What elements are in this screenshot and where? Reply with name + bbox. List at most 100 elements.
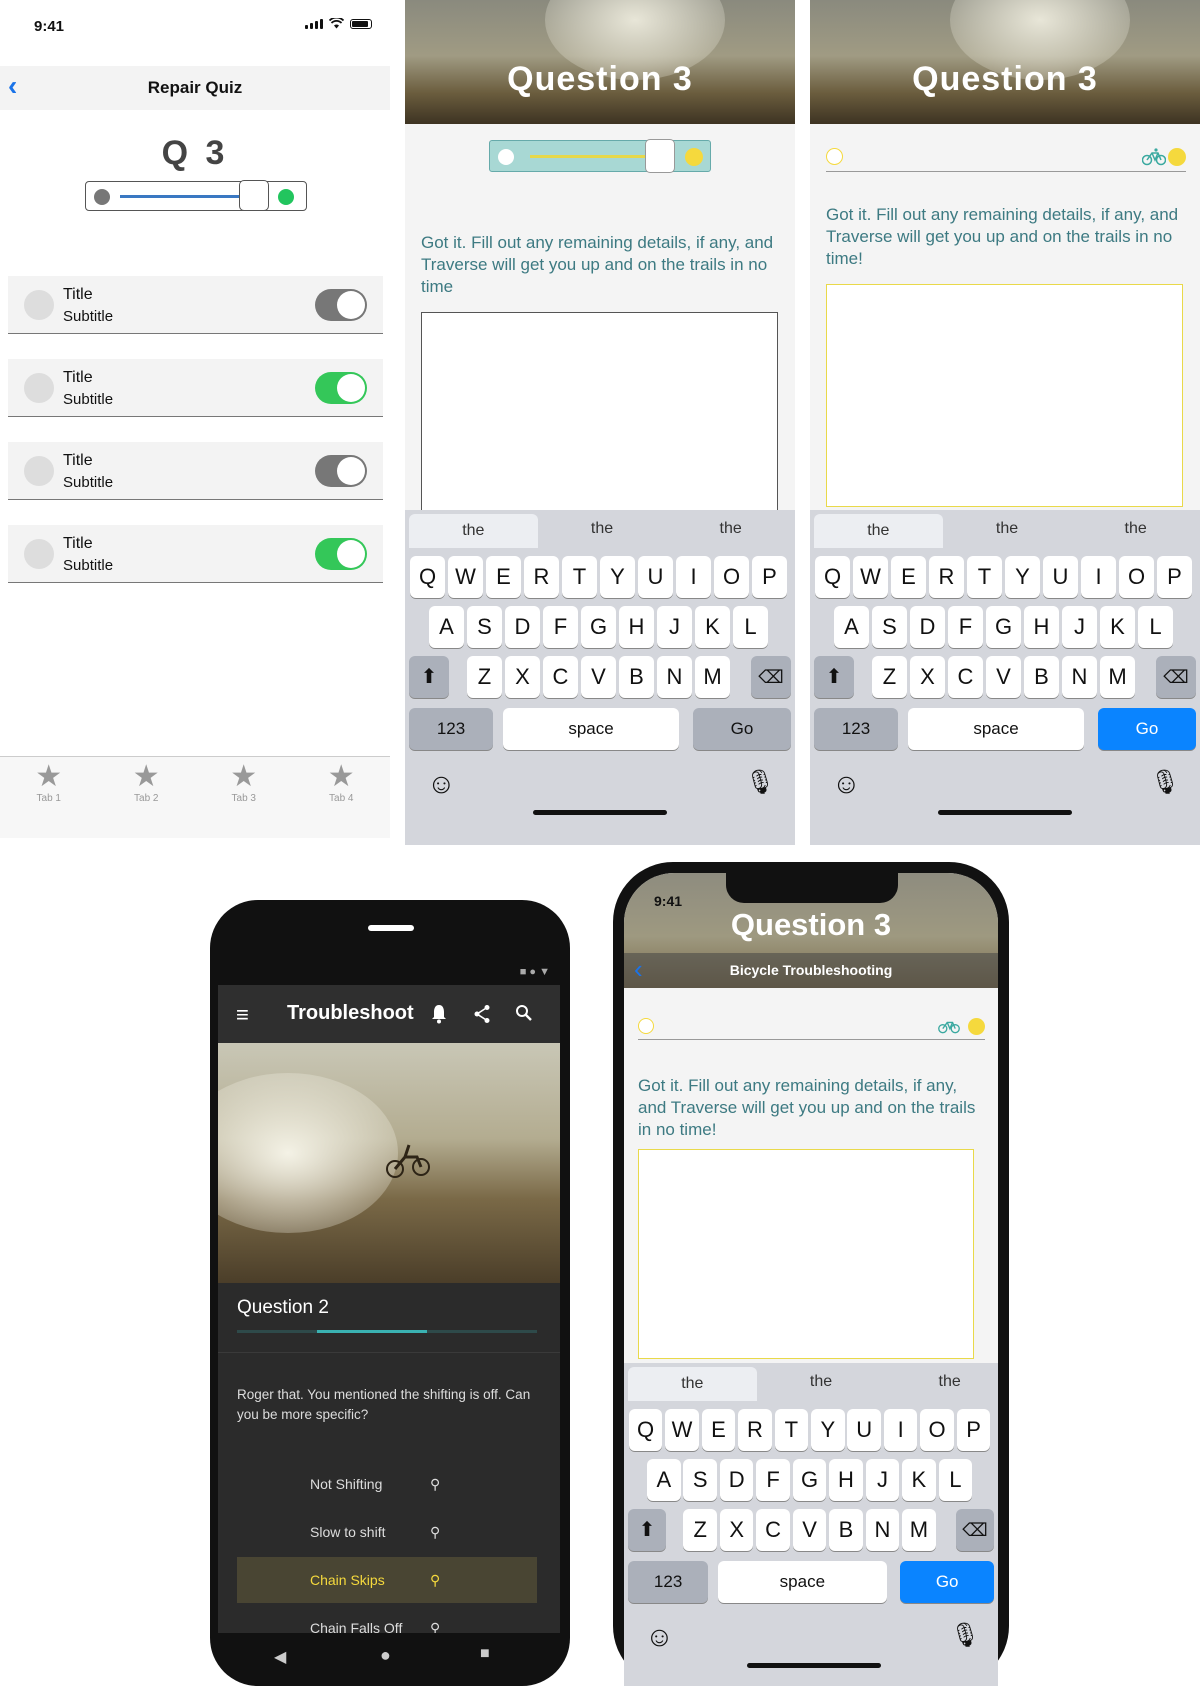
- toggle-switch[interactable]: [315, 455, 367, 487]
- suggestion-3[interactable]: the: [1071, 510, 1200, 548]
- space-key[interactable]: space: [503, 708, 679, 750]
- space-key[interactable]: space: [908, 708, 1084, 750]
- key-d[interactable]: D: [719, 1459, 754, 1501]
- suggestion-2[interactable]: the: [757, 1363, 886, 1401]
- key-m[interactable]: M: [1100, 656, 1135, 698]
- key-p[interactable]: P: [1157, 556, 1192, 598]
- list-item[interactable]: Title Subtitle: [8, 442, 383, 500]
- microphone-icon[interactable]: 🎙: [950, 1621, 980, 1650]
- key-n[interactable]: N: [865, 1509, 900, 1551]
- key-b[interactable]: B: [829, 1509, 863, 1551]
- back-chevron-icon[interactable]: ‹: [8, 66, 17, 106]
- home-nav-icon[interactable]: ●: [380, 1645, 391, 1666]
- key-w[interactable]: W: [853, 556, 888, 598]
- key-x[interactable]: X: [719, 1509, 754, 1551]
- key-t[interactable]: T: [774, 1409, 809, 1451]
- key-f[interactable]: F: [756, 1459, 790, 1501]
- list-item[interactable]: Title Subtitle: [8, 359, 383, 417]
- numbers-key[interactable]: 123: [814, 708, 898, 750]
- key-s[interactable]: S: [872, 606, 907, 648]
- key-y[interactable]: Y: [1005, 556, 1040, 598]
- key-d[interactable]: D: [910, 606, 945, 648]
- microphone-icon[interactable]: 🎙: [745, 768, 775, 797]
- go-key[interactable]: Go: [900, 1561, 995, 1603]
- key-v[interactable]: V: [986, 656, 1021, 698]
- key-z[interactable]: Z: [467, 656, 502, 698]
- key-x[interactable]: X: [910, 656, 945, 698]
- numbers-key[interactable]: 123: [627, 1561, 709, 1603]
- key-z[interactable]: Z: [872, 656, 907, 698]
- key-n[interactable]: N: [1062, 656, 1097, 698]
- key-b[interactable]: B: [1024, 656, 1059, 698]
- key-q[interactable]: Q: [815, 556, 850, 598]
- go-key[interactable]: Go: [693, 708, 791, 750]
- key-o[interactable]: O: [920, 1409, 954, 1451]
- emoji-icon[interactable]: ☺: [427, 768, 456, 800]
- key-v[interactable]: V: [581, 656, 616, 698]
- key-p[interactable]: P: [752, 556, 787, 598]
- backspace-key[interactable]: ⌫: [751, 656, 791, 698]
- shift-key[interactable]: ⬆: [814, 656, 854, 698]
- key-h[interactable]: H: [829, 1459, 863, 1501]
- key-u[interactable]: U: [847, 1409, 881, 1451]
- key-i[interactable]: I: [1081, 556, 1116, 598]
- progress-slider[interactable]: [85, 180, 307, 211]
- key-t[interactable]: T: [967, 556, 1002, 598]
- key-c[interactable]: C: [948, 656, 983, 698]
- key-o[interactable]: O: [714, 556, 749, 598]
- tab-4[interactable]: ★ Tab 4: [293, 757, 391, 838]
- emoji-icon[interactable]: ☺: [832, 768, 861, 800]
- key-u[interactable]: U: [1043, 556, 1078, 598]
- toggle-switch[interactable]: [315, 372, 367, 404]
- search-icon[interactable]: [515, 1004, 533, 1022]
- key-u[interactable]: U: [638, 556, 673, 598]
- key-f[interactable]: F: [948, 606, 983, 648]
- key-n[interactable]: N: [657, 656, 692, 698]
- key-w[interactable]: W: [665, 1409, 699, 1451]
- option-chain-falls-off[interactable]: Chain Falls Off ⚲: [237, 1605, 537, 1633]
- key-y[interactable]: Y: [600, 556, 635, 598]
- key-b[interactable]: B: [619, 656, 654, 698]
- back-nav-icon[interactable]: ◀: [274, 1647, 286, 1667]
- numbers-key[interactable]: 123: [409, 708, 493, 750]
- key-t[interactable]: T: [562, 556, 597, 598]
- key-l[interactable]: L: [1138, 606, 1173, 648]
- details-textarea[interactable]: [421, 312, 778, 512]
- toggle-switch[interactable]: [315, 538, 367, 570]
- slider-thumb[interactable]: [645, 139, 675, 173]
- go-key[interactable]: Go: [1098, 708, 1196, 750]
- key-y[interactable]: Y: [811, 1409, 845, 1451]
- key-q[interactable]: Q: [628, 1409, 663, 1451]
- microphone-icon[interactable]: 🎙: [1150, 768, 1180, 797]
- details-textarea[interactable]: [638, 1149, 974, 1359]
- key-s[interactable]: S: [683, 1459, 718, 1501]
- menu-icon[interactable]: ≡: [236, 1002, 249, 1028]
- key-e[interactable]: E: [486, 556, 521, 598]
- key-d[interactable]: D: [505, 606, 540, 648]
- suggestion-3[interactable]: the: [666, 510, 795, 548]
- key-l[interactable]: L: [938, 1459, 973, 1501]
- key-h[interactable]: H: [1024, 606, 1059, 648]
- list-item[interactable]: Title Subtitle: [8, 525, 383, 583]
- key-k[interactable]: K: [1100, 606, 1135, 648]
- key-g[interactable]: G: [792, 1459, 827, 1501]
- key-m[interactable]: M: [695, 656, 730, 698]
- toggle-switch[interactable]: [315, 289, 367, 321]
- key-a[interactable]: A: [834, 606, 869, 648]
- details-textarea[interactable]: [826, 284, 1183, 507]
- key-i[interactable]: I: [883, 1409, 918, 1451]
- key-l[interactable]: L: [733, 606, 768, 648]
- key-v[interactable]: V: [792, 1509, 827, 1551]
- suggestion-2[interactable]: the: [943, 510, 1072, 548]
- suggestion-3[interactable]: the: [885, 1363, 998, 1401]
- key-j[interactable]: J: [1062, 606, 1097, 648]
- bell-icon[interactable]: [431, 1004, 447, 1024]
- backspace-key[interactable]: ⌫: [955, 1509, 995, 1551]
- key-r[interactable]: R: [738, 1409, 772, 1451]
- key-m[interactable]: M: [902, 1509, 936, 1551]
- key-k[interactable]: K: [695, 606, 730, 648]
- key-g[interactable]: G: [986, 606, 1021, 648]
- suggestion-1[interactable]: the: [628, 1367, 757, 1401]
- key-j[interactable]: J: [865, 1459, 900, 1501]
- progress-slider[interactable]: [489, 139, 711, 173]
